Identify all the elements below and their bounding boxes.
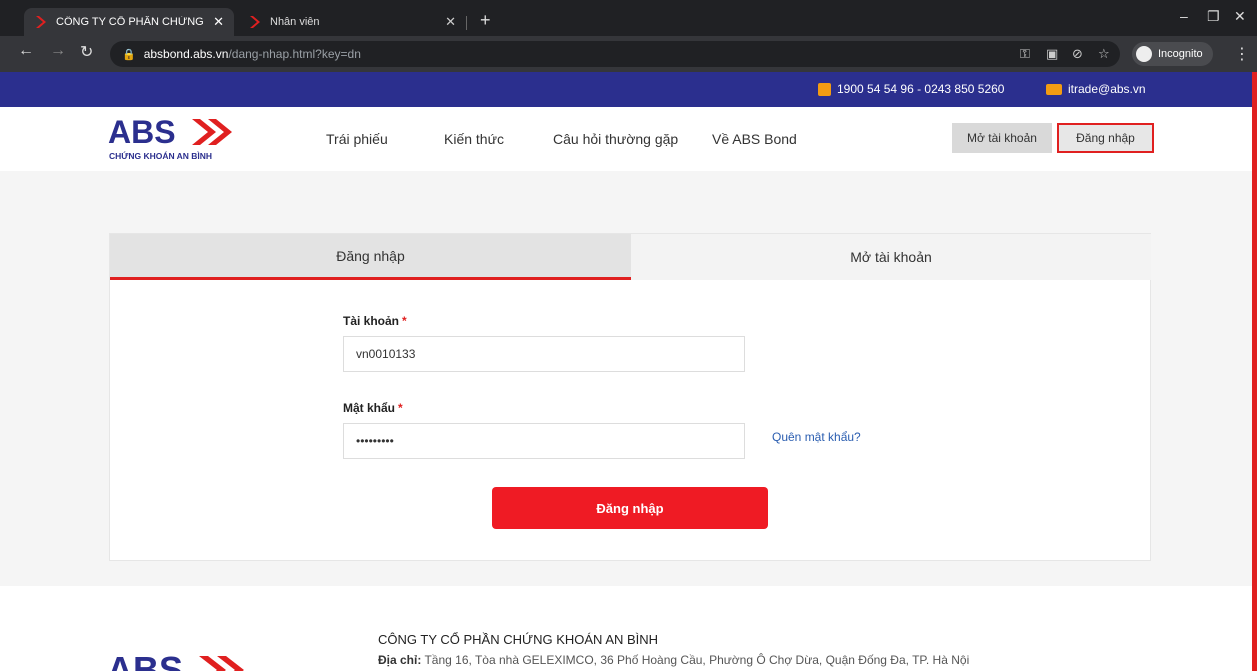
address-text: Tầng 16, Tòa nhà GELEXIMCO, 36 Phố Hoàng…: [424, 653, 970, 667]
phone-numbers: 1900 54 54 96 - 0243 850 5260: [837, 82, 1005, 96]
minimize-icon[interactable]: –: [1180, 8, 1188, 24]
back-icon[interactable]: ←: [18, 42, 34, 60]
tab-open-account[interactable]: Mở tài khoản: [631, 234, 1151, 280]
tab-title: Nhân viên: [270, 16, 320, 28]
footer-address: Địa chỉ: Tầng 16, Tòa nhà GELEXIMCO, 36 …: [378, 653, 969, 667]
key-icon[interactable]: ⚿: [1020, 46, 1030, 62]
abs-favicon-icon: [250, 16, 260, 28]
footer-abs-logo: ABS: [107, 650, 244, 671]
incognito-icon: [1136, 46, 1152, 62]
required-mark: *: [398, 401, 403, 415]
password-input[interactable]: [343, 423, 745, 459]
account-input[interactable]: [343, 336, 745, 372]
nav-knowledge[interactable]: Kiến thức: [444, 131, 504, 147]
close-window-icon[interactable]: ✕: [1234, 8, 1246, 25]
site-topbar: 1900 54 54 96 - 0243 850 5260 itrade@abs…: [0, 72, 1252, 107]
incognito-label: Incognito: [1158, 48, 1203, 60]
browser-tab-active[interactable]: CÔNG TY CỔ PHẦN CHỨNG KHC ✕: [24, 8, 234, 36]
login-submit-button[interactable]: Đăng nhập: [492, 487, 768, 529]
open-account-button[interactable]: Mở tài khoản: [952, 123, 1052, 153]
tab-login[interactable]: Đăng nhập: [110, 234, 631, 280]
browser-tabstrip: CÔNG TY CỔ PHẦN CHỨNG KHC ✕ Nhân viên ✕ …: [0, 0, 1257, 36]
forward-icon[interactable]: →: [50, 42, 66, 60]
address-bar[interactable]: 🔒 absbond.abs.vn/dang-nhap.html?key=dn: [110, 41, 1120, 67]
forgot-password-link[interactable]: Quên mật khẩu?: [772, 430, 861, 444]
footer-logo-text: ABS: [107, 650, 183, 671]
restore-icon[interactable]: ❐: [1207, 8, 1220, 25]
menu-kebab-icon[interactable]: ⋮: [1234, 44, 1250, 64]
address-label: Địa chỉ:: [378, 653, 422, 667]
url-host: absbond.abs.vn: [143, 47, 229, 61]
abs-favicon-icon: [36, 16, 46, 28]
site-header: ABS CHỨNG KHOÁN AN BÌNH Trái phiếu Kiến …: [0, 107, 1252, 171]
footer-company-name: CÔNG TY CỔ PHẦN CHỨNG KHOÁN AN BÌNH: [378, 632, 659, 647]
nav-about[interactable]: Về ABS Bond: [712, 131, 797, 147]
incognito-badge[interactable]: Incognito: [1132, 42, 1213, 66]
close-tab-icon[interactable]: ✕: [445, 14, 456, 30]
reload-icon[interactable]: ↻: [80, 42, 93, 62]
lock-icon: 🔒: [122, 48, 136, 61]
nav-faq[interactable]: Câu hỏi thường gặp: [553, 131, 678, 147]
login-card: Đăng nhập Mở tài khoản Tài khoản* Mật kh…: [109, 233, 1151, 561]
star-icon[interactable]: ☆: [1098, 46, 1110, 62]
translate-icon[interactable]: ▣: [1046, 46, 1058, 62]
phone-contact[interactable]: 1900 54 54 96 - 0243 850 5260: [818, 82, 1004, 96]
password-label-text: Mật khẩu: [343, 401, 396, 415]
nav-bonds[interactable]: Trái phiếu: [326, 131, 388, 147]
abs-logo[interactable]: ABS CHỨNG KHOÁN AN BÌNH: [108, 115, 268, 161]
mail-icon: [1046, 83, 1062, 95]
browser-toolbar: ← → ↻ 🔒 absbond.abs.vn/dang-nhap.html?ke…: [0, 36, 1257, 72]
new-tab-icon[interactable]: +: [480, 10, 491, 31]
required-mark: *: [402, 314, 407, 328]
close-tab-icon[interactable]: ✕: [213, 14, 224, 30]
url-path: /dang-nhap.html?key=dn: [228, 47, 361, 61]
password-label: Mật khẩu *: [343, 401, 403, 415]
email-address: itrade@abs.vn: [1068, 82, 1146, 96]
account-label-text: Tài khoản: [343, 314, 400, 328]
logo-subtext: CHỨNG KHOÁN AN BÌNH: [109, 150, 212, 161]
tab-title: CÔNG TY CỔ PHẦN CHỨNG KHC: [56, 16, 207, 28]
page-scrollbar[interactable]: [1252, 72, 1257, 671]
tab-separator: [466, 16, 467, 30]
header-login-button[interactable]: Đăng nhập: [1057, 123, 1154, 153]
eye-off-icon[interactable]: ⊘: [1072, 46, 1083, 62]
email-contact[interactable]: itrade@abs.vn: [1046, 82, 1146, 96]
phone-icon: [818, 82, 831, 96]
account-label: Tài khoản *: [343, 314, 407, 328]
logo-text: ABS: [108, 115, 176, 150]
browser-tab-inactive[interactable]: Nhân viên ✕: [238, 8, 466, 36]
